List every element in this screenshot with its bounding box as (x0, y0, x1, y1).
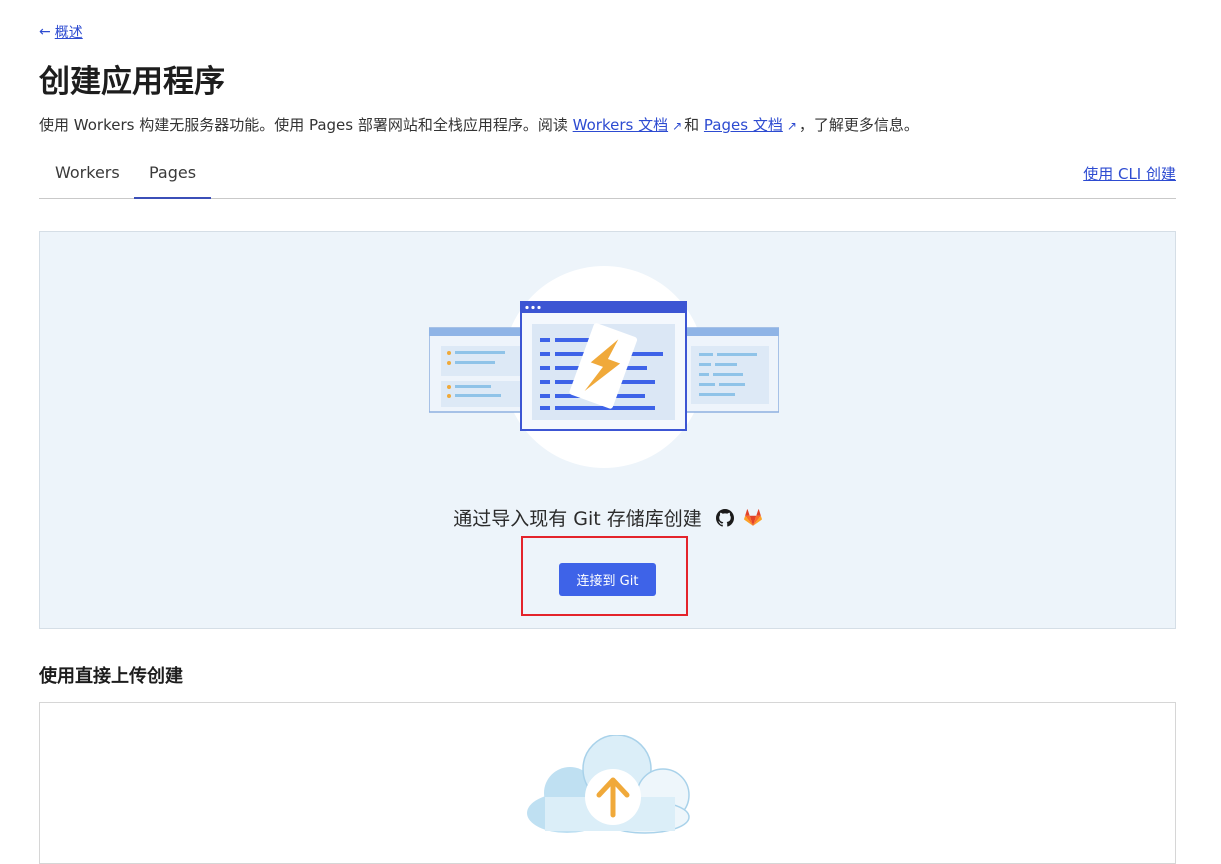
external-link-icon: ↗ (786, 119, 797, 133)
create-with-cli-link[interactable]: 使用 CLI 创建 (1083, 163, 1176, 184)
tab-bar: Workers Pages 使用 CLI 创建 (39, 155, 1176, 199)
git-import-prompt: 通过导入现有 Git 存储库创建 (453, 508, 702, 530)
pages-illustration (429, 266, 779, 468)
git-import-row: 通过导入现有 Git 存储库创建 (40, 504, 1175, 531)
cloud-upload-icon (527, 735, 690, 834)
intro-text-3: ，了解更多信息。 (798, 116, 919, 134)
gitlab-icon (743, 508, 762, 526)
external-link-icon: ↗ (672, 119, 683, 133)
pages-docs-link[interactable]: Pages 文档 (704, 116, 783, 134)
workers-docs-link[interactable]: Workers 文档 (573, 116, 668, 134)
page-title: 创建应用程序 (39, 64, 225, 100)
tab-workers[interactable]: Workers (55, 163, 120, 197)
direct-upload-heading: 使用直接上传创建 (39, 666, 183, 687)
intro-text: 使用 Workers 构建无服务器功能。使用 Pages 部署网站和全栈应用程序… (39, 114, 919, 135)
connect-to-git-button[interactable]: 连接到 Git (559, 563, 656, 596)
intro-text-2: 和 (684, 116, 704, 134)
arrow-left-icon: ← (39, 24, 51, 40)
git-import-panel: 通过导入现有 Git 存储库创建 连接到 Git (39, 231, 1176, 629)
back-link-label: 概述 (54, 25, 83, 41)
tab-pages[interactable]: Pages (134, 163, 211, 199)
intro-text-1: 使用 Workers 构建无服务器功能。使用 Pages 部署网站和全栈应用程序… (39, 116, 573, 134)
direct-upload-panel (39, 702, 1176, 864)
github-icon (715, 508, 734, 527)
back-link[interactable]: ← 概述 (39, 22, 83, 42)
